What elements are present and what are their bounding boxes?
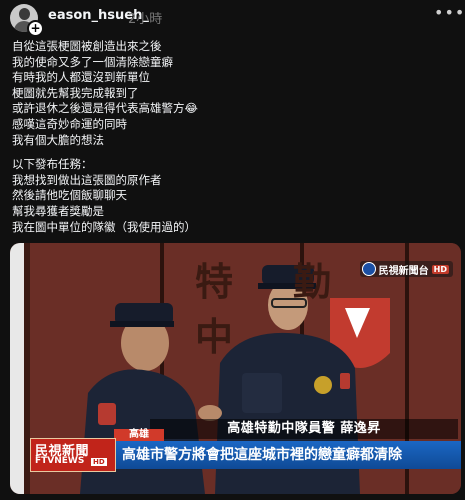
caption-line: 感嘆這奇妙命運的同時	[12, 116, 127, 131]
ellipsis-icon[interactable]: •••	[434, 4, 464, 24]
caption-line: 我在圖中單位的隊徽（我使用過的）	[12, 219, 196, 234]
timestamp: 2小時	[128, 12, 163, 27]
follow-plus-icon[interactable]: +	[27, 20, 44, 37]
program-logo: 民視新聞 FTVNEWS HD	[30, 438, 116, 472]
location-tag: 高雄	[114, 429, 164, 441]
channel-hd-badge: HD	[431, 264, 449, 274]
headline-caption: 高雄市警方將會把這座城市裡的戀童癖都清除	[114, 441, 461, 469]
caption-line: 然後請他吃個飯聊聊天	[12, 188, 127, 203]
program-logo-sub: FTVNEWS	[35, 456, 85, 466]
caption-line: 我的使命又多了一個清除戀童癖	[12, 54, 173, 69]
channel-logo-text: 民視新聞台	[378, 265, 429, 277]
news-video-frame[interactable]: 特勤中 民視新聞台 HD 高雄特勤中隊員警 薛逸昇 高雄 高雄市警方將會把這座城…	[10, 243, 461, 494]
threads-post: + eason_hsueh_ 2小時 ••• 自從這張梗圖被創造出來之後 我的使…	[0, 0, 465, 500]
caption-line: 或許退休之後還是得代表高雄警方😂	[12, 101, 198, 116]
post-caption: 自從這張梗圖被創造出來之後 我的使命又多了一個清除戀童癖 有時我的人都還沒到新單…	[12, 39, 452, 235]
channel-logo: 民視新聞台 HD	[359, 261, 453, 277]
caption-line: 我想找到做出這張圖的原作者	[12, 172, 162, 187]
caption-line: 幫我尋獲者獎勵是	[12, 203, 104, 218]
caption-line: 以下發布任務：	[12, 157, 93, 172]
program-hd-badge: HD	[91, 458, 107, 466]
caption-line: 有時我的人都還沒到新單位	[12, 70, 150, 85]
caption-line: 梗圖就先幫我完成報到了	[12, 85, 139, 100]
caption-line: 我有個大膽的想法	[12, 132, 104, 147]
channel-logo-icon	[361, 262, 376, 276]
caption-line: 自從這張梗圖被創造出來之後	[12, 39, 162, 53]
name-caption: 高雄特勤中隊員警 薛逸昇	[150, 419, 458, 439]
